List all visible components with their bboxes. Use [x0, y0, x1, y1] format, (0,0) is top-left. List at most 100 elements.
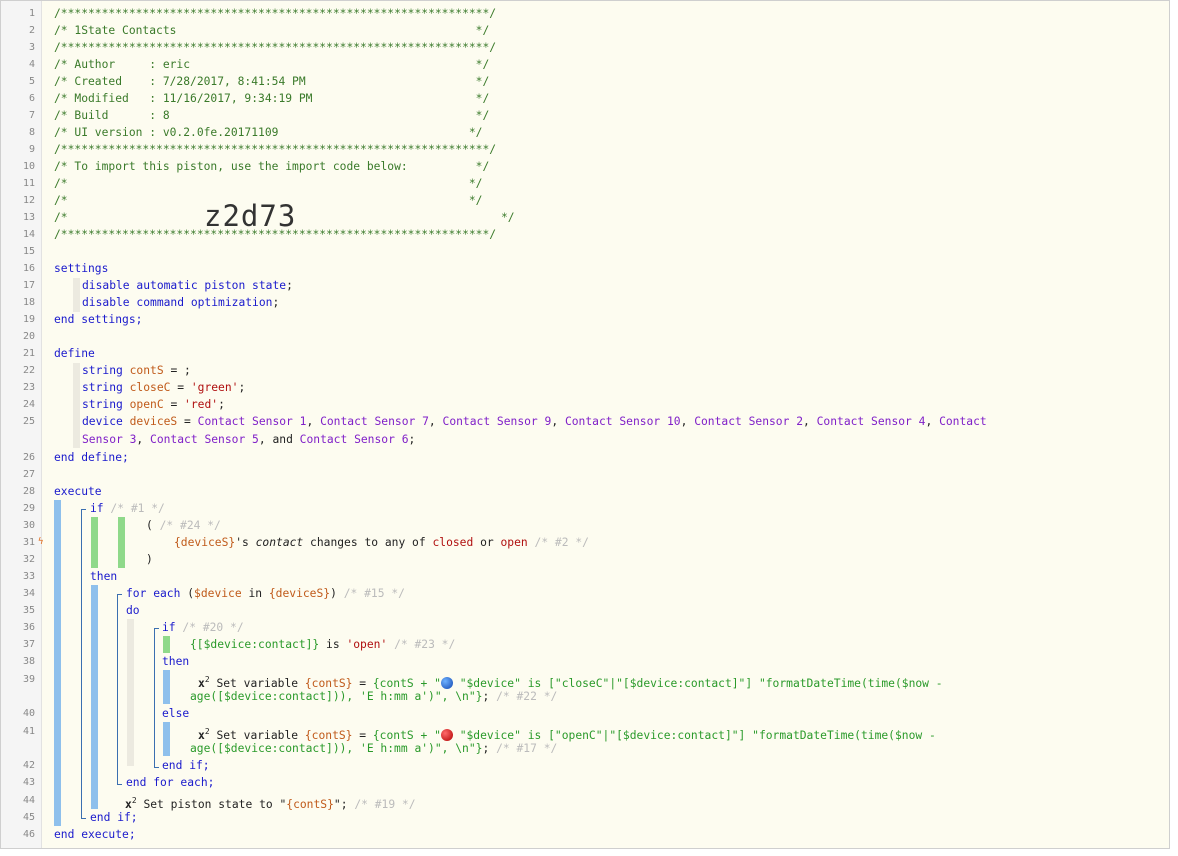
group-open: ( /* #24 */: [146, 519, 221, 532]
line-number: 35: [22, 605, 35, 616]
trigger-condition[interactable]: {deviceS}'s contact changes to any of cl…: [174, 534, 589, 551]
define-keyword: define: [54, 347, 95, 360]
inner-condition[interactable]: {[$device:contact]} is 'open' /* #23 */: [190, 636, 455, 653]
do-indent-bar: [127, 619, 134, 766]
line-number: 15: [22, 246, 35, 257]
line-number: 42: [22, 760, 35, 771]
code-line: */: [501, 211, 515, 224]
line-number: 45: [22, 812, 35, 823]
inner-if-statement[interactable]: if /* #20 */: [162, 619, 244, 636]
code-line: /* Build : 8 */: [54, 109, 490, 122]
code-editor: 1 2 3 4 5 6 7 8 9 10 11 12 13 14 15 16 17 18 19 20 21 22 23 24 2…: [0, 0, 1170, 849]
line-number: 14: [22, 229, 35, 240]
line-number: 1: [28, 8, 35, 19]
code-line: /***************************************…: [54, 41, 497, 54]
for-each-bracket: [117, 594, 122, 785]
line-number: 32: [22, 554, 35, 565]
variable-declaration-cont: Sensor 3, Contact Sensor 5, and Contact …: [82, 433, 416, 446]
define-end: end define;: [54, 451, 129, 464]
lightning-icon: ϟ: [38, 537, 44, 547]
code-line: /* UI version : v0.2.0fe.20171109 */: [54, 126, 483, 139]
execute-end: end execute;: [54, 828, 136, 841]
line-number: 38: [22, 656, 35, 667]
line-number: 24: [22, 399, 35, 410]
if-bracket: [81, 509, 86, 819]
else-keyword: else: [162, 707, 190, 720]
code-line: /* Created : 7/28/2017, 8:41:54 PM */: [54, 75, 490, 88]
for-each-statement[interactable]: for each ($device in {deviceS}) /* #15 *…: [126, 585, 405, 602]
condition-bar-inner: [118, 517, 125, 568]
execute-block-bar: [54, 500, 61, 826]
line-number: 39: [22, 674, 35, 685]
settings-keyword: settings: [54, 262, 109, 275]
settings-indent-bar: [73, 278, 80, 312]
line-number: 43: [22, 777, 35, 788]
code-line: /*: [54, 211, 163, 224]
code-line: /***************************************…: [54, 143, 497, 156]
line-number: 21: [22, 348, 35, 359]
line-number: 2: [28, 25, 35, 36]
settings-line: disable command optimization;: [82, 296, 280, 309]
line-number: 10: [22, 161, 35, 172]
inner-then-keyword: then: [162, 655, 190, 668]
line-number: 11: [22, 178, 35, 189]
line-number: 46: [22, 829, 35, 840]
line-number: 27: [22, 469, 35, 480]
then-block-bar: [91, 585, 98, 809]
settings-line: disable automatic piston state;: [82, 279, 293, 292]
define-indent-bar: [73, 363, 80, 448]
variable-declaration[interactable]: device deviceS = Contact Sensor 1, Conta…: [82, 413, 987, 430]
line-number: 16: [22, 263, 35, 274]
set-variable-statement[interactable]: x2 Set variable {contS} = {contS + " "$d…: [198, 671, 943, 690]
code-line: /* Modified : 11/16/2017, 9:34:19 PM */: [54, 92, 490, 105]
blue-circle-emoji-icon: [440, 676, 453, 689]
variable-declaration[interactable]: string contS = ;: [82, 362, 191, 379]
line-number: 26: [22, 452, 35, 463]
code-line: /* */: [54, 177, 483, 190]
inner-else-bar: [163, 722, 170, 756]
line-number: 40: [22, 708, 35, 719]
end-if: end if;: [90, 811, 138, 824]
line-number: 6: [28, 93, 35, 104]
code-line: /* To import this piston, use the import…: [54, 160, 490, 173]
end-for-each: end for each;: [126, 776, 215, 789]
then-keyword: then: [90, 570, 118, 583]
set-piston-state-statement[interactable]: x2 Set piston state to "{contS}"; /* #19…: [125, 792, 416, 811]
line-number: 17: [22, 280, 35, 291]
line-number: 44: [22, 795, 35, 806]
line-number: 4: [28, 59, 35, 70]
line-number: 36: [22, 622, 35, 633]
line-number: 9: [28, 144, 35, 155]
line-number: 23: [22, 382, 35, 393]
line-number: 31: [22, 537, 35, 548]
set-variable-cont: age([$device:contact])), 'E h:mm a')", \…: [190, 742, 558, 755]
code-line: /* 1State Contacts */: [54, 24, 490, 37]
line-number: 13: [22, 212, 35, 223]
line-number: 29: [22, 503, 35, 514]
line-number: 7: [28, 110, 35, 121]
end-if-inner: end if;: [162, 759, 210, 772]
code-line: /***************************************…: [54, 228, 497, 241]
line-number: 19: [22, 314, 35, 325]
line-number: 5: [28, 76, 35, 87]
red-circle-emoji-icon: [440, 728, 453, 741]
line-number: 30: [22, 520, 35, 531]
line-number: 28: [22, 486, 35, 497]
variable-declaration[interactable]: string openC = 'red';: [82, 396, 225, 413]
line-number: 37: [22, 639, 35, 650]
if-statement[interactable]: if /* #1 */: [90, 500, 165, 517]
variable-declaration[interactable]: string closeC = 'green';: [82, 379, 245, 396]
line-number: 25: [22, 416, 35, 427]
set-variable-statement[interactable]: x2 Set variable {contS} = {contS + " "$d…: [198, 723, 936, 742]
line-number: 8: [28, 127, 35, 138]
do-keyword: do: [126, 604, 140, 617]
inner-then-bar: [163, 670, 170, 704]
line-number: 3: [28, 42, 35, 53]
line-number: 12: [22, 195, 35, 206]
line-number: 34: [22, 588, 35, 599]
line-number: 41: [22, 726, 35, 737]
line-number: 18: [22, 297, 35, 308]
settings-end: end settings;: [54, 313, 143, 326]
condition-bar-outer: [91, 517, 98, 568]
line-number: 20: [22, 331, 35, 342]
